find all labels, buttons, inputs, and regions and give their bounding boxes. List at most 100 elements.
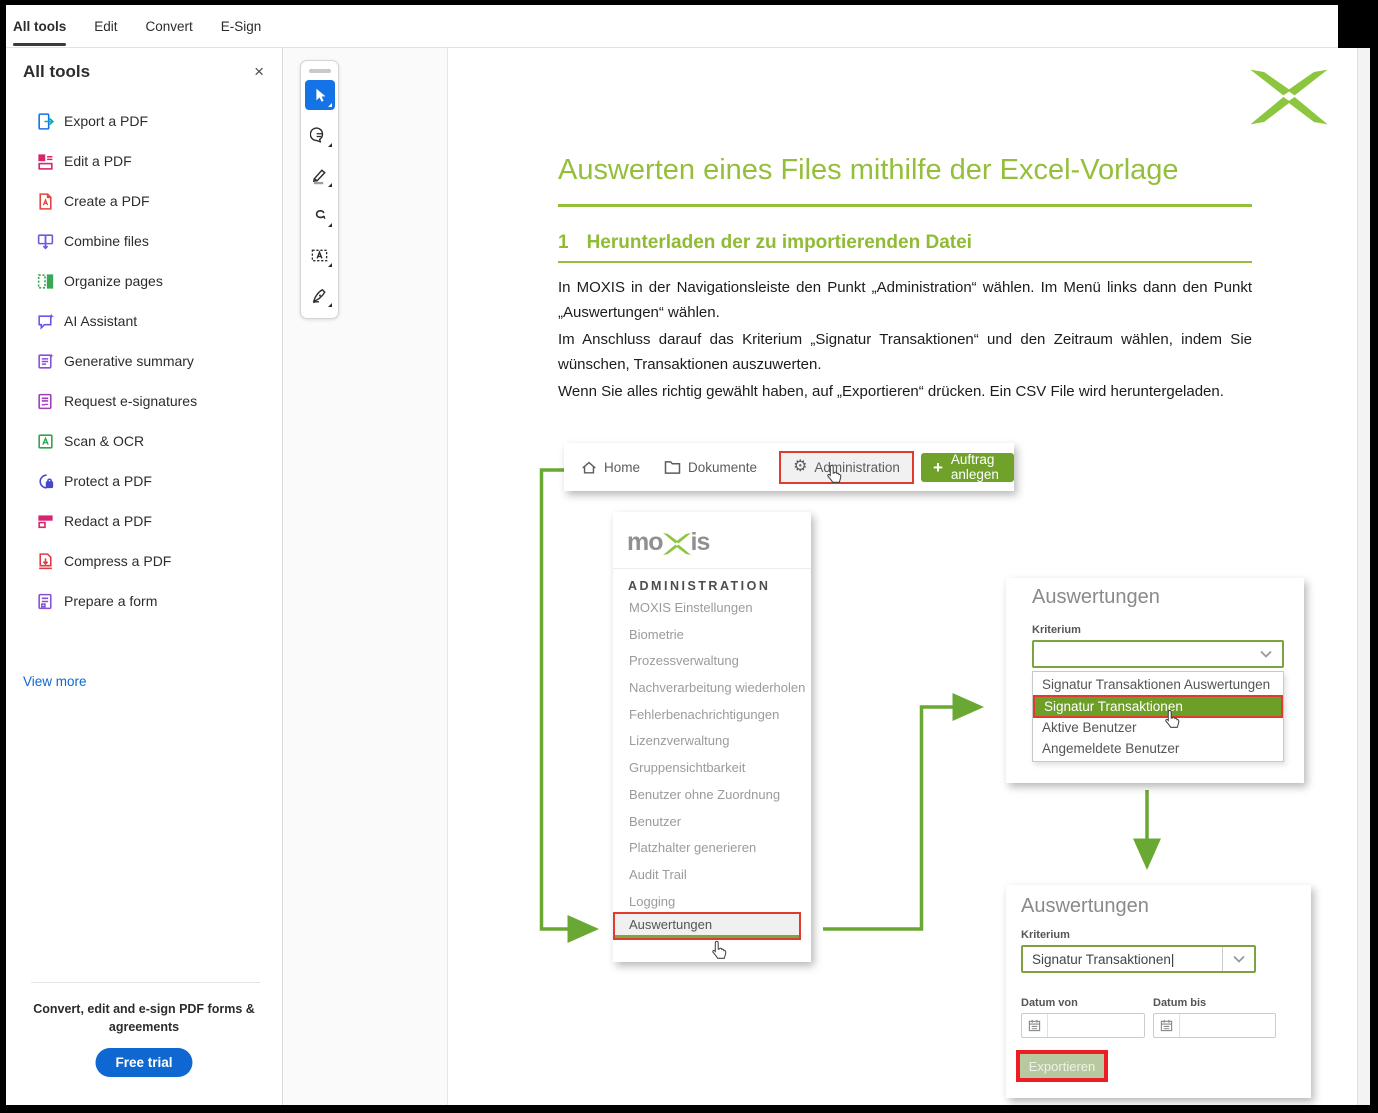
gear-icon: ⚙ [793,459,807,475]
title-rule [558,204,1252,207]
menu-item: Biometrie [629,627,807,654]
document-scrollbar[interactable] [1357,48,1370,1105]
prepare-form-icon [35,591,55,611]
organize-pages-icon [35,271,55,291]
select-pointer-tool[interactable] [305,80,335,110]
sidebar-item-create-pdf[interactable]: Create a PDF [6,181,282,221]
panel-title: Auswertungen [1032,586,1160,609]
toolbar-drag-handle[interactable] [309,69,331,73]
kriterium-label: Kriterium [1032,624,1081,636]
sidebar-item-label: Edit a PDF [64,153,132,169]
window-corner-filler [1338,5,1370,48]
tab-convert[interactable]: Convert [146,5,193,48]
sidebar-item-label: Export a PDF [64,113,148,129]
auftrag-anlegen-label: Auftrag anlegen [951,452,1002,482]
kriterium-options-list: Signatur Transaktionen Auswertungen Sign… [1032,671,1284,762]
tab-edit[interactable]: Edit [94,5,117,48]
sidebar-item-label: Request e-signatures [64,393,197,409]
combine-files-icon [35,231,55,251]
plus-icon: + [933,459,943,476]
datum-bis-input [1153,1013,1276,1038]
ai-assistant-icon [35,311,55,331]
sidebar-item-edit-pdf[interactable]: Edit a PDF [6,141,282,181]
sidebar-item-label: Generative summary [64,353,194,369]
figure-auswertungen-dropdown: Auswertungen Kriterium Signatur Transakt… [1006,578,1304,783]
menu-item: Benutzer [629,814,807,841]
edit-pdf-icon [35,151,55,171]
section-title: Herunterladen der zu importierenden Date… [587,232,972,254]
top-tab-bar: All tools Edit Convert E-Sign [6,5,1370,48]
add-text-tool[interactable] [305,240,335,270]
all-tools-panel: All tools × Export a PDF Edit a PDF Crea… [6,48,283,1105]
text-caret: | [1171,952,1175,967]
figure-exportieren-highlighted: Exportieren [1016,1050,1108,1082]
chevron-down-icon [1222,947,1254,971]
document-title: Auswerten eines Files mithilfe der Excel… [558,154,1258,187]
promo-text: Convert, edit and e-sign PDF forms & agr… [26,1000,262,1036]
moxis-wordmark-is: is [691,528,710,557]
sidebar-item-label: Combine files [64,233,149,249]
draw-tool[interactable] [305,200,335,230]
sidebar-item-ai-assistant[interactable]: AI Assistant [6,301,282,341]
admin-menu-heading: ADMINISTRATION [628,579,770,593]
moxis-logo [1248,68,1330,126]
fill-sign-tool[interactable] [305,280,335,310]
sidebar-item-label: Organize pages [64,273,163,289]
folder-icon [664,460,681,474]
home-icon [581,460,597,475]
panel-title: All tools [23,62,90,82]
dokumente-label: Dokumente [688,460,757,475]
figure-home-item: Home [581,460,640,475]
view-more-link[interactable]: View more [23,674,87,689]
tool-dropdown-caret [328,263,332,267]
compress-pdf-icon [35,551,55,571]
sidebar-item-combine-files[interactable]: Combine files [6,221,282,261]
sidebar-item-redact-pdf[interactable]: Redact a PDF [6,501,282,541]
sidebar-item-compress-pdf[interactable]: Compress a PDF [6,541,282,581]
admin-menu-list: MOXIS Einstellungen Biometrie Prozessver… [629,600,807,920]
panel-title: Auswertungen [1021,895,1149,918]
request-esignatures-icon [35,391,55,411]
sidebar-item-organize-pages[interactable]: Organize pages [6,261,282,301]
datum-von-label: Datum von [1021,997,1078,1009]
menu-item: Benutzer ohne Zuordnung [629,787,807,814]
calendar-icon [1154,1014,1180,1037]
sidebar-item-export-pdf[interactable]: Export a PDF [6,101,282,141]
scan-ocr-icon [35,431,55,451]
menu-item: Audit Trail [629,867,807,894]
menu-item: Prozessverwaltung [629,653,807,680]
close-icon[interactable]: × [248,62,270,82]
sidebar-item-prepare-form[interactable]: Prepare a form [6,581,282,621]
sidebar-item-label: Prepare a form [64,593,157,609]
divider [613,568,811,569]
figure-auswertungen-item-highlighted: Auswertungen [613,912,801,940]
acrobat-window: All tools Edit Convert E-Sign All tools … [6,5,1370,1105]
tab-esign[interactable]: E-Sign [221,5,262,48]
menu-item: Lizenzverwaltung [629,733,807,760]
figure-admin-menu: mo is ADMINISTRATION MOXIS Einstellungen… [613,512,811,962]
sidebar-item-request-esignatures[interactable]: Request e-signatures [6,381,282,421]
comment-tool[interactable] [305,120,335,150]
sidebar-item-label: Redact a PDF [64,513,152,529]
administration-label: Administration [814,460,900,475]
create-pdf-icon [35,191,55,211]
tool-dropdown-caret [328,223,332,227]
highlight-tool[interactable] [305,160,335,190]
paragraph: In MOXIS in der Navigationsleiste den Pu… [558,276,1252,325]
sidebar-item-protect-pdf[interactable]: Protect a PDF [6,461,282,501]
kriterium-label: Kriterium [1021,929,1070,941]
free-trial-button[interactable]: Free trial [95,1048,192,1077]
sidebar-item-generative-summary[interactable]: Generative summary [6,341,282,381]
export-pdf-icon [35,111,55,131]
tab-all-tools[interactable]: All tools [13,5,66,48]
moxis-x-icon [662,532,692,556]
pdf-page[interactable]: Auswerten eines Files mithilfe der Excel… [447,48,1357,1105]
generative-summary-icon [35,351,55,371]
protect-pdf-icon [35,471,55,491]
figure-auftrag-anlegen-button: + Auftrag anlegen [921,453,1014,482]
sidebar-item-scan-ocr[interactable]: Scan & OCR [6,421,282,461]
figure-auswertungen-export: Auswertungen Kriterium Signatur Transakt… [1006,885,1311,1098]
tool-dropdown-caret [328,103,332,107]
sidebar-item-label: Protect a PDF [64,473,152,489]
moxis-wordmark-mo: mo [627,528,663,557]
